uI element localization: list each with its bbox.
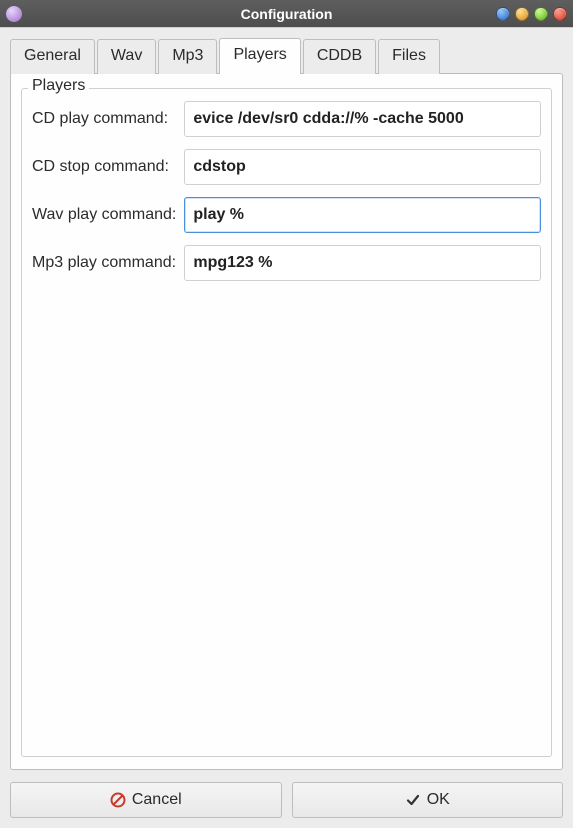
tab-files[interactable]: Files bbox=[378, 39, 440, 74]
ok-button[interactable]: OK bbox=[292, 782, 564, 818]
tab-general[interactable]: General bbox=[10, 39, 95, 74]
window-button-blue[interactable] bbox=[496, 7, 510, 21]
input-mp3-play-command[interactable] bbox=[184, 245, 541, 281]
tab-mp3[interactable]: Mp3 bbox=[158, 39, 217, 74]
tab-cddb[interactable]: CDDB bbox=[303, 39, 376, 74]
check-icon bbox=[405, 792, 421, 808]
window-button-red[interactable] bbox=[553, 7, 567, 21]
dialog-buttons: Cancel OK bbox=[10, 782, 563, 818]
no-entry-icon bbox=[110, 792, 126, 808]
input-cd-stop-command[interactable] bbox=[184, 149, 541, 185]
label-mp3-play-command: Mp3 play command: bbox=[32, 254, 176, 272]
tab-wav[interactable]: Wav bbox=[97, 39, 156, 74]
window-body: General Wav Mp3 Players CDDB Files Playe… bbox=[0, 27, 573, 828]
cancel-button[interactable]: Cancel bbox=[10, 782, 282, 818]
players-form: CD play command: CD stop command: Wav pl… bbox=[32, 101, 541, 281]
input-cd-play-command[interactable] bbox=[184, 101, 541, 137]
label-wav-play-command: Wav play command: bbox=[32, 206, 176, 224]
tabs-bar: General Wav Mp3 Players CDDB Files bbox=[10, 38, 563, 73]
app-icon bbox=[6, 6, 22, 22]
label-cd-play-command: CD play command: bbox=[32, 110, 176, 128]
cancel-button-label: Cancel bbox=[132, 791, 182, 809]
configuration-window: Configuration General Wav Mp3 Players CD… bbox=[0, 0, 573, 828]
tab-content-players: Players CD play command: CD stop command… bbox=[10, 73, 563, 770]
window-title: Configuration bbox=[241, 6, 333, 22]
titlebar[interactable]: Configuration bbox=[0, 0, 573, 27]
ok-button-label: OK bbox=[427, 791, 450, 809]
window-button-green[interactable] bbox=[534, 7, 548, 21]
players-fieldset: Players CD play command: CD stop command… bbox=[21, 88, 552, 757]
players-legend: Players bbox=[28, 77, 89, 95]
tabs-container: General Wav Mp3 Players CDDB Files Playe… bbox=[10, 38, 563, 770]
label-cd-stop-command: CD stop command: bbox=[32, 158, 176, 176]
tab-players[interactable]: Players bbox=[219, 38, 300, 74]
window-button-orange[interactable] bbox=[515, 7, 529, 21]
input-wav-play-command[interactable] bbox=[184, 197, 541, 233]
